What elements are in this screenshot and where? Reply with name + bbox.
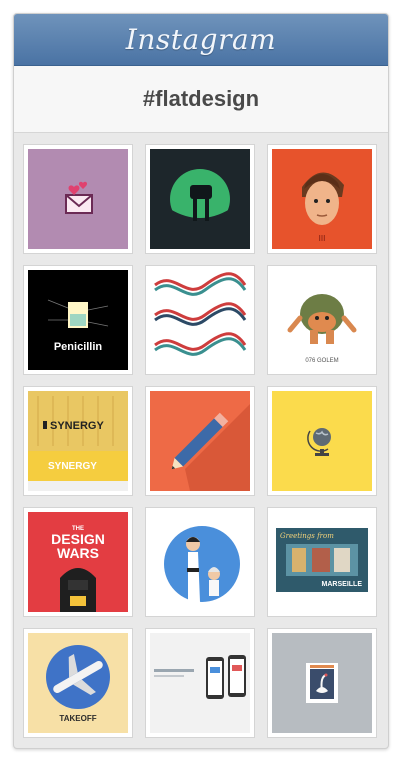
hashtag-bar: #flatdesign	[14, 66, 388, 133]
photo-tile-globe[interactable]	[267, 386, 377, 496]
synergy-subtitle: SYNERGY	[48, 461, 97, 472]
photo-tile-mobile-app[interactable]	[145, 628, 255, 738]
photo-tile-synergy[interactable]: SYNERGY SYNERGY	[23, 386, 133, 496]
penicillin-caption: Penicillin	[54, 341, 103, 353]
photo-tile-penicillin[interactable]: Penicillin	[23, 265, 133, 375]
photo-tile-golem[interactable]: 076 GOLEM	[267, 265, 377, 375]
instagram-widget: Instagram #flatdesign III Penicillin 076…	[13, 13, 389, 749]
dna-pattern-image	[150, 270, 250, 370]
photo-tile-marseille[interactable]: Greetings from MARSEILLE	[267, 507, 377, 617]
pencil-image	[150, 391, 250, 491]
walker-image	[150, 149, 250, 249]
photo-tile-swan-stamp[interactable]	[267, 628, 377, 738]
penicillin-image: Penicillin	[28, 270, 128, 370]
design-wars-line2: WARS	[57, 545, 99, 561]
swan-stamp-image	[272, 633, 372, 733]
golem-image: 076 GOLEM	[272, 270, 372, 370]
marseille-greeting: Greetings from	[280, 532, 334, 540]
photo-grid: III Penicillin 076 GOLEM SYNERGY SYNERGY…	[23, 144, 377, 738]
photo-tile-pencil[interactable]	[145, 386, 255, 496]
golem-caption: 076 GOLEM	[305, 358, 338, 364]
synergy-image: SYNERGY SYNERGY	[28, 391, 128, 491]
widget-header: Instagram	[14, 14, 388, 66]
karate-image	[150, 512, 250, 612]
globe-image	[272, 391, 372, 491]
photo-tile-dna-pattern[interactable]	[145, 265, 255, 375]
mobile-app-image	[150, 633, 250, 733]
photo-tile-design-wars[interactable]: THE DESIGN WARS	[23, 507, 133, 617]
takeoff-caption: TAKEOFF	[59, 714, 96, 723]
photo-tile-takeoff[interactable]: TAKEOFF	[23, 628, 133, 738]
photo-tile-karate[interactable]	[145, 507, 255, 617]
portrait-caption: III	[319, 234, 326, 243]
design-wars-image: THE DESIGN WARS	[28, 512, 128, 612]
app-logo[interactable]: Instagram	[126, 23, 276, 56]
envelope-image	[28, 149, 128, 249]
takeoff-image: TAKEOFF	[28, 633, 128, 733]
photo-tile-portrait[interactable]: III	[267, 144, 377, 254]
portrait-image: III	[272, 149, 372, 249]
marseille-city: MARSEILLE	[322, 581, 363, 588]
hashtag-title[interactable]: #flatdesign	[143, 86, 259, 112]
photo-tile-envelope[interactable]	[23, 144, 133, 254]
synergy-title: SYNERGY	[50, 420, 104, 432]
marseille-image: Greetings from MARSEILLE	[272, 512, 372, 612]
photo-tile-walker[interactable]	[145, 144, 255, 254]
